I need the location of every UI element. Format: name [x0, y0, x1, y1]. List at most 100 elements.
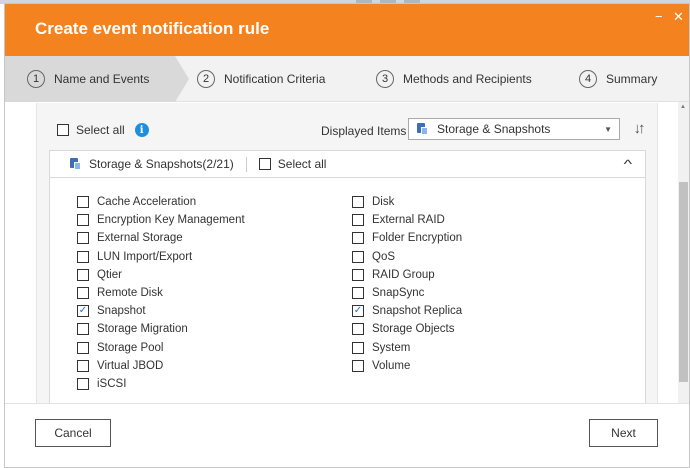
storage-snapshots-group: Storage & Snapshots(2/21) Select all ^ C…: [49, 150, 646, 403]
event-item[interactable]: iSCSI: [77, 375, 245, 393]
event-list-right: Disk External RAID Folder Encryption QoS…: [352, 193, 462, 375]
event-checkbox[interactable]: [352, 232, 364, 245]
event-item[interactable]: QoS: [352, 248, 462, 266]
event-item[interactable]: Virtual JBOD: [77, 357, 245, 375]
event-checkbox[interactable]: [352, 341, 364, 354]
dialog-title: Create event notification rule: [35, 19, 270, 38]
event-checkbox[interactable]: [77, 214, 89, 227]
select-all-checkbox[interactable]: [57, 124, 69, 136]
event-checkbox[interactable]: [352, 196, 364, 209]
event-label: Storage Objects: [372, 323, 455, 336]
step-number: 2: [197, 70, 215, 88]
cancel-button[interactable]: Cancel: [35, 419, 111, 447]
event-item[interactable]: SnapSync: [352, 284, 462, 302]
event-checkbox[interactable]: [77, 377, 89, 390]
step-methods-and-recipients: 3 Methods and Recipients: [376, 69, 532, 89]
event-checkbox[interactable]: ✓: [77, 305, 89, 318]
event-item[interactable]: RAID Group: [352, 266, 462, 284]
event-item[interactable]: External RAID: [352, 211, 462, 229]
vertical-scrollbar[interactable]: ▲: [678, 102, 689, 403]
event-checkbox[interactable]: ✓: [352, 305, 364, 318]
wizard-steps: 1 Name and Events 2 Notification Criteri…: [5, 56, 689, 102]
next-button[interactable]: Next: [589, 419, 658, 447]
event-label: Storage Pool: [97, 341, 164, 354]
event-label: Folder Encryption: [372, 232, 463, 245]
event-checkbox[interactable]: [77, 250, 89, 263]
dialog-title-bar: Create event notification rule − ✕: [5, 4, 689, 56]
event-label: Snapshot Replica: [372, 305, 463, 318]
event-item[interactable]: Storage Pool: [77, 339, 245, 357]
select-all-events[interactable]: Select all i: [57, 123, 149, 137]
event-label: External RAID: [372, 214, 445, 227]
event-label: QoS: [372, 250, 396, 263]
dropdown-arrow-icon: ▼: [604, 125, 612, 134]
minimize-icon[interactable]: −: [655, 10, 663, 23]
event-checkbox[interactable]: [352, 268, 364, 281]
event-label: System: [372, 341, 411, 354]
event-item[interactable]: ✓ Snapshot: [77, 302, 245, 320]
close-icon[interactable]: ✕: [673, 10, 684, 23]
event-checkbox[interactable]: [77, 268, 89, 281]
event-item[interactable]: Cache Acceleration: [77, 193, 245, 211]
event-item[interactable]: Volume: [352, 357, 462, 375]
header-divider: [245, 156, 247, 172]
scrollbar-thumb[interactable]: [679, 182, 688, 382]
event-checkbox[interactable]: [352, 250, 364, 263]
event-item[interactable]: Remote Disk: [77, 284, 245, 302]
step-label: Name and Events: [54, 72, 150, 86]
event-label: Storage Migration: [97, 323, 188, 336]
event-label: SnapSync: [372, 287, 425, 300]
event-label: Encryption Key Management: [97, 214, 245, 227]
event-checkbox[interactable]: [77, 359, 89, 372]
event-selection-panel: Select all i Displayed Items Storage & S…: [36, 103, 658, 403]
displayed-items-dropdown[interactable]: Storage & Snapshots ▼: [408, 118, 620, 140]
event-item[interactable]: Storage Objects: [352, 320, 462, 338]
event-label: Qtier: [97, 268, 122, 281]
event-label: Remote Disk: [97, 287, 163, 300]
sort-icon[interactable]: ↓↑: [628, 117, 648, 139]
event-label: RAID Group: [372, 268, 435, 281]
collapse-icon[interactable]: ^: [624, 157, 632, 171]
event-checkbox[interactable]: [352, 287, 364, 300]
event-item[interactable]: LUN Import/Export: [77, 248, 245, 266]
displayed-items-value: Storage & Snapshots: [437, 122, 551, 136]
create-rule-dialog: Create event notification rule − ✕ 1 Nam…: [4, 3, 690, 468]
step-name-and-events: 1 Name and Events: [27, 69, 149, 89]
event-item[interactable]: Disk: [352, 193, 462, 211]
group-select-all-checkbox[interactable]: [258, 158, 271, 170]
event-label: Cache Acceleration: [97, 196, 197, 209]
event-label: Disk: [372, 196, 395, 209]
storage-icon: [70, 158, 81, 170]
event-checkbox[interactable]: [352, 214, 364, 227]
event-checkbox[interactable]: [77, 341, 89, 354]
step-number: 3: [376, 70, 394, 88]
event-checkbox[interactable]: [77, 323, 89, 336]
step-label: Summary: [606, 72, 658, 86]
event-item[interactable]: System: [352, 339, 462, 357]
select-all-label: Select all: [76, 123, 125, 137]
event-item[interactable]: Encryption Key Management: [77, 211, 245, 229]
event-checkbox[interactable]: [352, 359, 364, 372]
event-item[interactable]: ✓ Snapshot Replica: [352, 302, 462, 320]
event-checkbox[interactable]: [352, 323, 364, 336]
storage-icon: [417, 123, 428, 135]
content-scroll-area: Select all i Displayed Items Storage & S…: [5, 102, 689, 403]
event-item[interactable]: Folder Encryption: [352, 229, 462, 247]
info-icon[interactable]: i: [134, 123, 149, 137]
step-number: 1: [27, 70, 45, 88]
step-notification-criteria: 2 Notification Criteria: [197, 69, 325, 89]
event-label: LUN Import/Export: [97, 250, 193, 263]
group-title: Storage & Snapshots(2/21): [89, 157, 234, 171]
event-item[interactable]: Qtier: [77, 266, 245, 284]
event-checkbox[interactable]: [77, 232, 89, 245]
event-list-left: Cache Acceleration Encryption Key Manage…: [77, 193, 245, 393]
dialog-footer: Cancel Next: [5, 403, 689, 467]
event-checkbox[interactable]: [77, 287, 89, 300]
group-select-all-label: Select all: [277, 157, 327, 171]
event-label: Virtual JBOD: [97, 359, 164, 372]
event-label: External Storage: [97, 232, 183, 245]
event-item[interactable]: Storage Migration: [77, 320, 245, 338]
scroll-up-icon[interactable]: ▲: [680, 104, 686, 110]
event-item[interactable]: External Storage: [77, 229, 245, 247]
event-checkbox[interactable]: [77, 196, 89, 209]
